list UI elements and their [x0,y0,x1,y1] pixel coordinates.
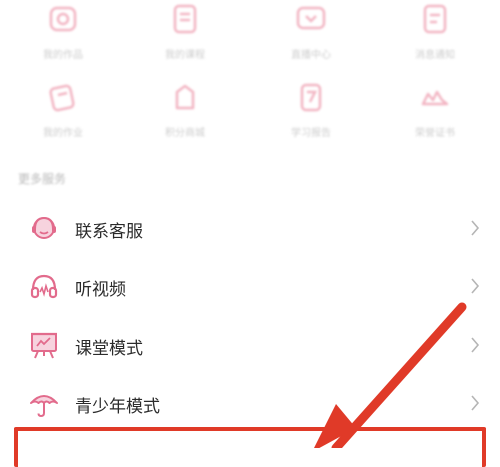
grid-item-1[interactable]: 我的课程 [130,0,240,61]
annotation-highlight-box [14,427,486,467]
grid-item-7[interactable]: 荣誉证书 [380,78,490,139]
book-icon [173,4,197,34]
menu-item-youth-mode[interactable]: 青少年模式 [0,374,500,432]
section-title: 更多服务 [18,172,67,186]
umbrella-icon [30,395,58,418]
grid-item-label: 消息通知 [415,50,455,61]
presentation-board-icon [31,332,57,359]
customer-service-icon [32,216,56,239]
menu-item-label: 联系客服 [75,222,143,242]
grid-item-3[interactable]: 消息通知 [380,0,490,61]
report-icon [300,83,322,112]
award-icon [421,90,449,106]
grid-item-label: 荣誉证书 [415,128,455,139]
grid-item-4[interactable]: 我的作业 [8,78,118,139]
chevron-right-icon [471,337,480,353]
chevron-right-icon [471,278,480,294]
gift-icon [175,84,195,110]
grid-item-6[interactable]: 学习报告 [256,78,366,139]
grid-item-label: 学习报告 [291,128,331,139]
menu-item-label: 听视频 [75,280,126,300]
grid-item-label: 积分商城 [165,128,205,139]
menu-item-classroom-mode[interactable]: 课堂模式 [0,316,500,374]
chevron-right-icon [471,395,480,411]
document-icon [423,4,447,34]
grid-item-5[interactable]: 积分商城 [130,78,240,139]
menu-item-label: 青少年模式 [75,397,160,417]
service-grid: 我的作品 我的课程 直播中心 消息通知 我的作业 积分商城 学习报告 荣誉证书 [0,0,500,170]
grid-item-label: 我的课程 [165,50,205,61]
grid-item-label: 我的作品 [43,50,83,61]
camera-icon [49,6,77,32]
tv-icon [296,6,326,30]
menu-item-customer-service[interactable]: 联系客服 [0,199,500,257]
grid-item-2[interactable]: 直播中心 [256,0,366,61]
headphones-icon [30,274,58,299]
chevron-right-icon [471,220,480,236]
grid-item-label: 直播中心 [291,50,331,61]
grid-item-label: 我的作业 [43,128,83,139]
notebook-icon [49,84,75,112]
grid-item-0[interactable]: 我的作品 [8,0,118,61]
menu-item-label: 课堂模式 [75,339,143,359]
menu-item-listen-video[interactable]: 听视频 [0,257,500,315]
